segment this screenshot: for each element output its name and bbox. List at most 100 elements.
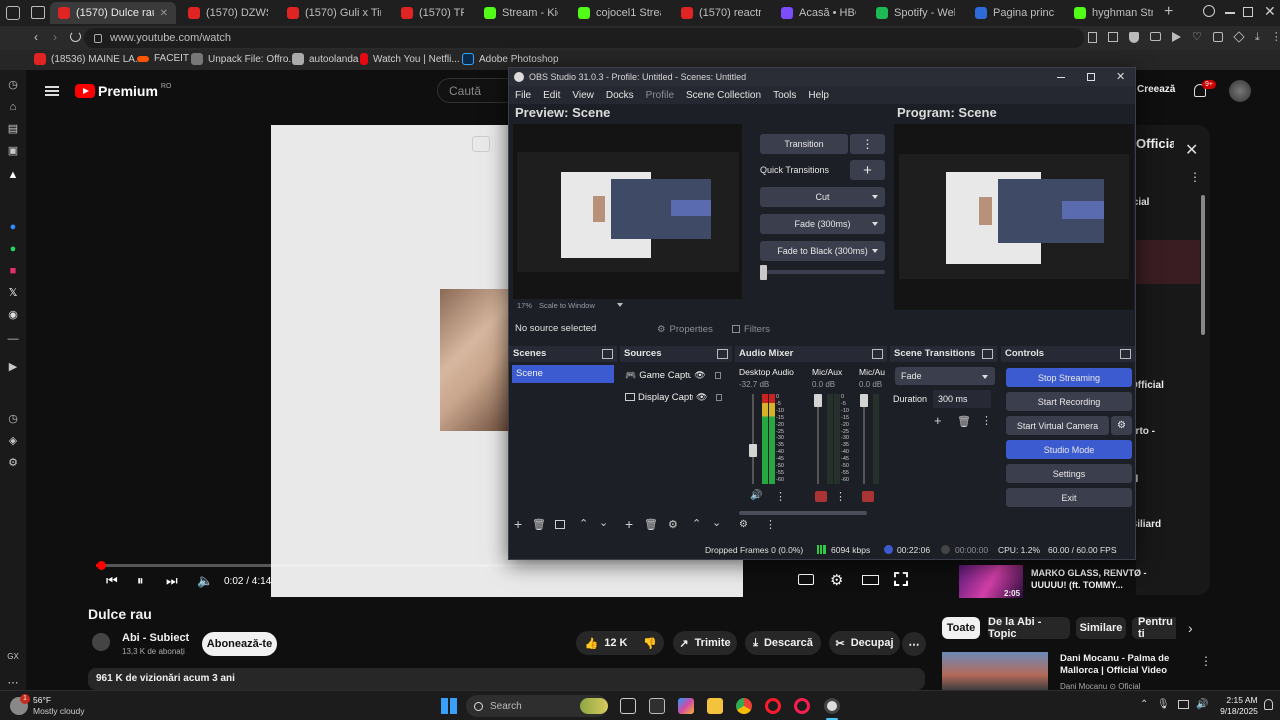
obs-icon[interactable] xyxy=(824,698,840,714)
undock-icon[interactable] xyxy=(982,349,993,359)
theater-icon[interactable] xyxy=(862,575,879,585)
remove-source-icon[interactable]: 🗑 xyxy=(644,518,658,531)
channel-menu-icon[interactable]: ⋮ xyxy=(775,490,786,503)
file-explorer-icon[interactable] xyxy=(707,698,723,714)
start-virtual-camera-button[interactable]: Start Virtual Camera xyxy=(1006,416,1109,435)
menu-view[interactable]: View xyxy=(572,90,594,101)
move-up-icon[interactable]: ⌃ xyxy=(579,517,588,530)
obs-close-icon[interactable]: ✕ xyxy=(1116,70,1125,83)
bookmark-item[interactable]: Unpack File: Offro... xyxy=(191,53,297,65)
heart-icon[interactable]: ♡ xyxy=(1192,32,1202,43)
properties-button[interactable]: ⚙ Properties xyxy=(657,320,717,338)
quick-transition-fade-black[interactable]: Fade to Black (300ms) xyxy=(760,241,885,261)
move-down-icon[interactable]: ⌄ xyxy=(712,516,721,529)
studio-mode-button[interactable]: Studio Mode xyxy=(1006,440,1132,459)
create-label[interactable]: Creează xyxy=(1137,84,1175,95)
undock-icon[interactable] xyxy=(1120,349,1131,359)
x-icon[interactable]: 𝕏 xyxy=(6,286,20,300)
app-icon[interactable] xyxy=(649,698,665,714)
whatsapp-icon[interactable]: ● xyxy=(6,242,20,256)
tab-close-icon[interactable]: ✕ xyxy=(160,8,168,19)
add-scene-icon[interactable]: + xyxy=(514,516,522,532)
source-item[interactable]: 🎮 Game Captur 👁 xyxy=(625,367,729,383)
search-tabs-icon[interactable] xyxy=(1203,5,1215,17)
start-recording-button[interactable]: Start Recording xyxy=(1006,392,1132,411)
bookmark-item[interactable]: FACEIT xyxy=(137,53,189,64)
twitch-icon[interactable]: ▲ xyxy=(6,168,20,182)
menu-icon[interactable]: ⋮ xyxy=(1271,32,1280,43)
quick-transition-fade[interactable]: Fade (300ms) xyxy=(760,214,885,234)
filters-button[interactable]: Filters xyxy=(732,320,782,338)
cube-icon[interactable]: ◈ xyxy=(6,434,20,448)
chevron-right-icon[interactable]: › xyxy=(1188,620,1193,636)
panel-scrollbar[interactable] xyxy=(1201,195,1205,335)
virtual-camera-settings-icon[interactable]: ⚙ xyxy=(1111,416,1132,435)
play-icon[interactable] xyxy=(1172,32,1181,42)
browser-tab[interactable]: cojocel1 Stream xyxy=(570,2,669,24)
chip-similar[interactable]: Similare xyxy=(1076,617,1126,639)
obs-minimize-icon[interactable] xyxy=(1057,77,1065,78)
subscribe-button[interactable]: Abonează-te xyxy=(202,632,277,656)
url-field[interactable]: www.youtube.com/watch xyxy=(84,28,1084,48)
browser-tab[interactable]: (1570) reactrion xyxy=(673,2,769,24)
bookmark-item[interactable]: (18536) MAINE LA... xyxy=(34,53,143,65)
recommendation-title[interactable]: Dani Mocanu - Palma de Mallorca | Offici… xyxy=(1060,653,1190,677)
chip-all[interactable]: Toate xyxy=(942,617,980,639)
scene-filters-icon[interactable] xyxy=(555,520,565,529)
clock-time[interactable]: 2:15 AM xyxy=(1222,695,1262,705)
volume-fader-track[interactable] xyxy=(863,394,865,484)
cube-icon[interactable] xyxy=(1233,31,1245,43)
undock-icon[interactable] xyxy=(872,349,883,359)
volume-fader-handle[interactable] xyxy=(814,394,822,407)
stop-streaming-button[interactable]: Stop Streaming xyxy=(1006,368,1132,387)
task-view-icon[interactable] xyxy=(620,698,636,714)
copilot-icon[interactable] xyxy=(678,698,694,714)
subtitles-icon[interactable] xyxy=(798,574,814,585)
visibility-icon[interactable]: 👁 xyxy=(696,392,707,403)
next-icon[interactable]: ⏭ xyxy=(166,573,178,589)
mixer-scrollbar[interactable] xyxy=(739,511,867,515)
clock-date[interactable]: 9/18/2025 xyxy=(1214,706,1264,716)
t-bar-slider[interactable] xyxy=(760,270,885,274)
youtube-logo[interactable]: Premium RO xyxy=(75,83,171,99)
move-down-icon[interactable]: ⌄ xyxy=(599,516,608,529)
chip-from-abi[interactable]: De la Abi - Topic xyxy=(988,616,1070,640)
download-button[interactable]: ⤓ Descarcă xyxy=(745,631,821,655)
channel-avatar[interactable] xyxy=(92,633,110,651)
menu-profile[interactable]: Profile xyxy=(646,90,674,101)
back-icon[interactable]: ‹ xyxy=(34,30,38,44)
microphone-icon[interactable]: 🎙 xyxy=(1157,699,1170,710)
channel-menu-icon[interactable]: ⋮ xyxy=(835,490,846,503)
puzzle-icon[interactable] xyxy=(1212,32,1223,42)
undock-icon[interactable] xyxy=(602,349,613,359)
taskbar-search[interactable]: Search xyxy=(466,695,608,717)
add-quick-transition-button[interactable]: + xyxy=(850,160,885,180)
fullscreen-icon[interactable] xyxy=(894,572,908,586)
menu-docks[interactable]: Docks xyxy=(606,90,634,101)
add-transition-icon[interactable]: + xyxy=(934,413,942,428)
menu-help[interactable]: Help xyxy=(808,90,829,101)
previous-icon[interactable]: ⏮ xyxy=(106,573,118,589)
lock-icon[interactable] xyxy=(714,371,721,379)
screenshot-icon[interactable] xyxy=(1108,32,1118,42)
mail-icon[interactable]: ▣ xyxy=(6,144,20,158)
speaker-icon[interactable]: 🔊 xyxy=(1196,699,1208,710)
pause-icon[interactable]: ⏸ xyxy=(137,573,144,589)
lock-icon[interactable] xyxy=(716,393,723,401)
remove-scene-icon[interactable]: 🗑 xyxy=(532,518,546,531)
t-bar-handle[interactable] xyxy=(760,265,767,280)
start-icon[interactable] xyxy=(441,698,457,714)
scene-list-item[interactable]: Scene xyxy=(512,365,614,383)
undock-icon[interactable] xyxy=(717,349,728,359)
camera-icon[interactable] xyxy=(1150,32,1161,41)
remove-transition-icon[interactable]: 🗑 xyxy=(957,415,971,428)
panel-menu-icon[interactable]: ⋮ xyxy=(1189,170,1201,184)
tray-chevron-icon[interactable]: ⌃ xyxy=(1140,699,1148,710)
tab-actions-icon[interactable] xyxy=(6,6,20,20)
visibility-icon[interactable]: 👁 xyxy=(694,370,705,381)
menu-edit[interactable]: Edit xyxy=(543,90,560,101)
progress-scrubber[interactable] xyxy=(97,561,106,570)
settings-button[interactable]: Settings xyxy=(1006,464,1132,483)
source-item[interactable]: Display Captu 👁 xyxy=(625,389,729,405)
miniplayer-icon[interactable] xyxy=(472,136,490,152)
